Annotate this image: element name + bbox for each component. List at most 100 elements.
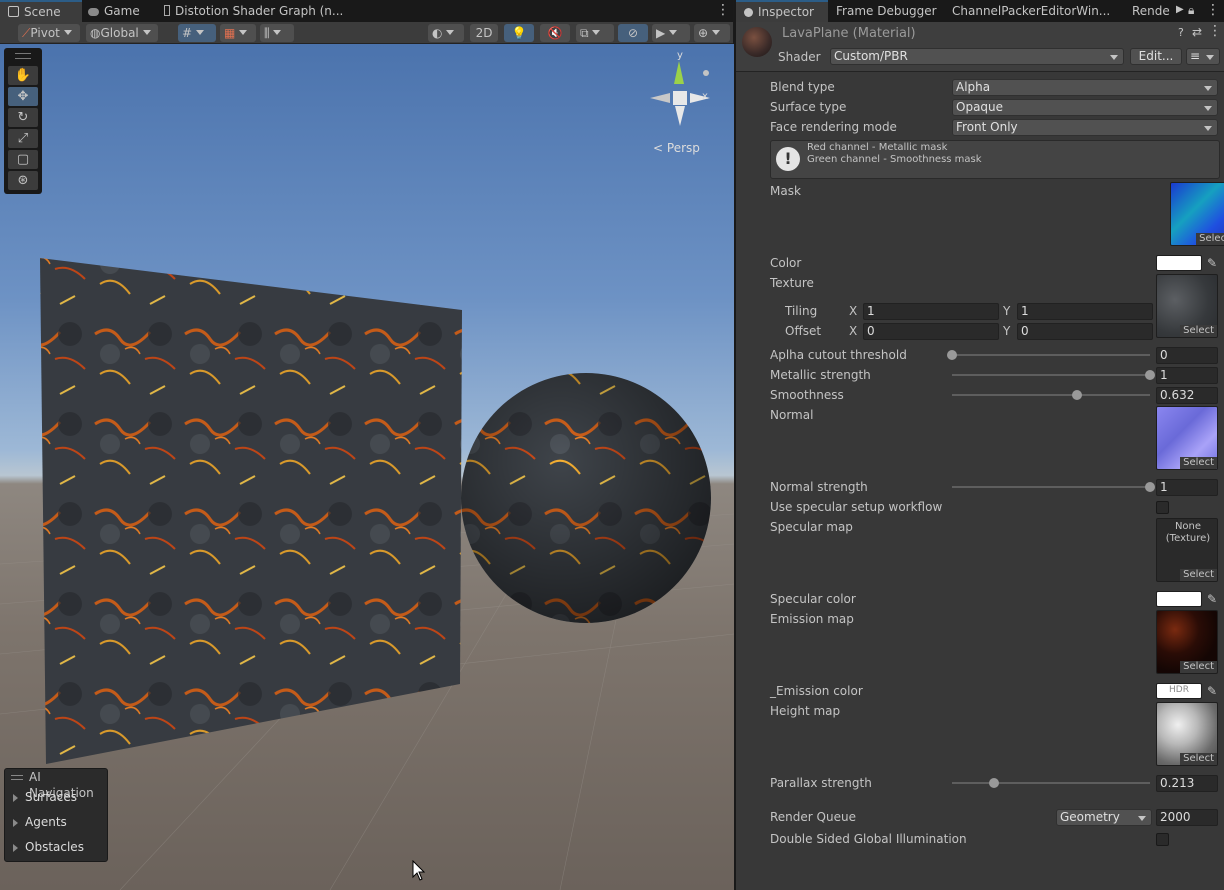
nav-item-agents[interactable]: Agents: [5, 810, 107, 835]
eyedropper-icon[interactable]: ✎: [1204, 255, 1220, 271]
emission-color-swatch[interactable]: HDR: [1156, 683, 1202, 699]
persp-label[interactable]: < Persp: [653, 141, 700, 155]
presets-icon[interactable]: ⇄: [1192, 25, 1202, 39]
tab-inspector[interactable]: Inspector: [736, 0, 828, 22]
color-swatch[interactable]: [1156, 255, 1202, 271]
scale-tool[interactable]: ⤢: [8, 129, 38, 148]
blend-type-dropdown[interactable]: Alpha: [952, 79, 1218, 96]
effects-dropdown[interactable]: ⧉: [576, 24, 614, 42]
parallax-strength-knob[interactable]: [989, 778, 1000, 788]
shader-dropdown[interactable]: Custom/PBR: [830, 48, 1124, 65]
eyedropper-icon[interactable]: ✎: [1204, 683, 1220, 699]
chevron-down-icon: [1206, 55, 1214, 60]
ruler-icon: ⫼: [264, 26, 270, 40]
alpha-cutout-knob[interactable]: [947, 350, 957, 360]
snap-grid-icon: ▦: [224, 26, 236, 40]
scene-visibility-toggle[interactable]: ⊘: [618, 24, 648, 42]
chevron-down-icon: [239, 30, 248, 35]
nav-item-obstacles[interactable]: Obstacles: [5, 835, 107, 860]
select-button[interactable]: Select: [1180, 661, 1217, 673]
tab-channel-packer[interactable]: ChannelPackerEditorWin...: [944, 0, 1120, 22]
normal-strength-slider[interactable]: [952, 486, 1150, 488]
alpha-cutout-slider[interactable]: [952, 354, 1150, 356]
lock-icon[interactable]: 🔒︎: [1188, 3, 1194, 18]
offset-y-field[interactable]: 0: [1017, 323, 1153, 340]
toggle-2d-button[interactable]: 2D: [470, 24, 498, 42]
smoothness-knob[interactable]: [1072, 390, 1083, 400]
draw-mode-dropdown[interactable]: ◐: [428, 24, 464, 42]
specular-map-slot[interactable]: None (Texture) Select: [1156, 518, 1218, 582]
emission-color-label: _Emission color: [770, 684, 863, 698]
orientation-gizmo[interactable]: y x < Persp: [640, 50, 720, 166]
nav-item-surfaces[interactable]: Surfaces: [5, 785, 107, 810]
normal-strength-field[interactable]: 1: [1156, 479, 1218, 496]
normal-texture-slot[interactable]: Select: [1156, 406, 1218, 470]
alpha-cutout-field[interactable]: 0: [1156, 347, 1218, 364]
eyedropper-icon[interactable]: ✎: [1204, 591, 1220, 607]
metallic-strength-field[interactable]: 1: [1156, 367, 1218, 384]
select-button[interactable]: Select: [1180, 325, 1217, 337]
hand-tool[interactable]: ✋: [8, 66, 38, 85]
pivot-dropdown[interactable]: ⟋Pivot: [18, 24, 80, 42]
normal-strength-knob[interactable]: [1145, 482, 1155, 492]
ai-navigation-header[interactable]: AI Navigation: [5, 769, 107, 800]
grid-snap-toggle[interactable]: #: [178, 24, 216, 42]
help-icon[interactable]: ?: [1178, 26, 1184, 39]
tab-game[interactable]: Game: [80, 0, 160, 22]
tiling-x-field[interactable]: 1: [863, 303, 999, 320]
parallax-strength-field[interactable]: 0.213: [1156, 775, 1218, 792]
scene-viewport[interactable]: [0, 44, 734, 890]
material-options-dropdown[interactable]: ≡: [1186, 48, 1220, 65]
transform-tool[interactable]: ⊛: [8, 171, 38, 190]
move-tool[interactable]: ✥: [8, 87, 38, 106]
select-button[interactable]: Select: [1196, 233, 1224, 245]
smoothness-slider[interactable]: [952, 394, 1150, 396]
more-menu-icon[interactable]: ⋮: [716, 3, 730, 19]
select-button[interactable]: Select: [1180, 753, 1217, 765]
select-button[interactable]: Select: [1180, 569, 1217, 581]
hdr-label: HDR: [1169, 685, 1189, 695]
tab-rendering[interactable]: Rende: [1124, 0, 1176, 22]
tiling-y-field[interactable]: 1: [1017, 303, 1153, 320]
tab-frame-debugger[interactable]: Frame Debugger: [828, 0, 940, 22]
surface-type-dropdown[interactable]: Opaque: [952, 99, 1218, 116]
gizmos-dropdown[interactable]: ⊕: [694, 24, 730, 42]
emission-map-slot[interactable]: Select: [1156, 610, 1218, 674]
none-texture-line-2: (Texture): [1165, 533, 1211, 544]
rotate-tool[interactable]: ↻: [8, 108, 38, 127]
lighting-toggle[interactable]: 💡: [504, 24, 534, 42]
render-queue-field[interactable]: 2000: [1156, 809, 1218, 826]
drag-handle-icon[interactable]: [15, 53, 31, 59]
metallic-strength-label: Metallic strength: [770, 368, 871, 382]
parallax-strength-slider[interactable]: [952, 782, 1150, 784]
increment-snap-button[interactable]: ⫼: [260, 24, 294, 42]
tab-scene[interactable]: Scene: [0, 0, 82, 22]
specular-color-swatch[interactable]: [1156, 591, 1202, 607]
transform-icon: ⊛: [17, 173, 29, 188]
snap-increment-button[interactable]: ▦: [220, 24, 256, 42]
offset-x-field[interactable]: 0: [863, 323, 999, 340]
game-controller-icon: [88, 8, 99, 16]
audio-toggle[interactable]: 🔇: [540, 24, 570, 42]
specular-workflow-checkbox[interactable]: [1156, 501, 1169, 514]
render-queue-dropdown[interactable]: Geometry: [1056, 809, 1152, 826]
more-menu-icon[interactable]: ⋮: [1206, 3, 1220, 17]
rect-tool[interactable]: ▢: [8, 150, 38, 169]
specular-workflow-label: Use specular setup workflow: [770, 500, 943, 514]
global-dropdown[interactable]: ◍Global: [86, 24, 158, 42]
edit-shader-button[interactable]: Edit...: [1130, 48, 1182, 65]
face-rendering-mode-dropdown[interactable]: Front Only: [952, 119, 1218, 136]
metallic-strength-knob[interactable]: [1145, 370, 1155, 380]
select-button[interactable]: Select: [1180, 457, 1217, 469]
mask-texture-slot[interactable]: Select: [1170, 182, 1224, 246]
camera-dropdown[interactable]: ▶: [652, 24, 690, 42]
chevron-down-icon: [1138, 816, 1146, 821]
tab-scroll-right-icon[interactable]: ▶: [1176, 4, 1184, 15]
tab-shader-graph[interactable]: Distotion Shader Graph (n...: [156, 0, 346, 22]
more-menu-icon[interactable]: ⋮: [1208, 23, 1222, 39]
smoothness-field[interactable]: 0.632: [1156, 387, 1218, 404]
texture-slot[interactable]: Select: [1156, 274, 1218, 338]
height-map-slot[interactable]: Select: [1156, 702, 1218, 766]
double-sided-gi-checkbox[interactable]: [1156, 833, 1169, 846]
metallic-strength-slider[interactable]: [952, 374, 1150, 376]
